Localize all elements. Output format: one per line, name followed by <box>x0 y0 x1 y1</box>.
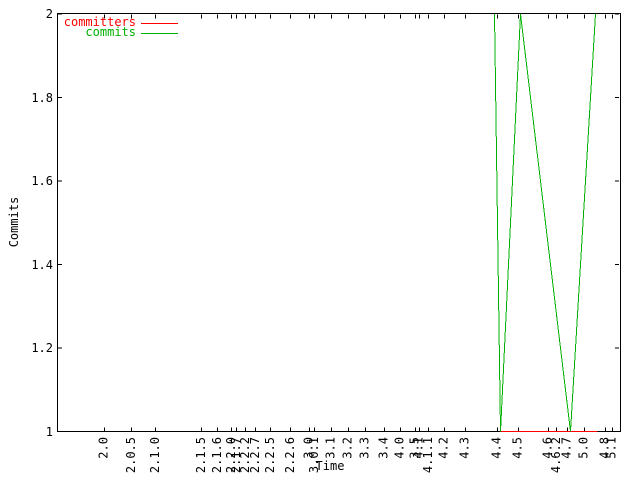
y-tick-label: 1.8 <box>31 91 53 105</box>
x-tick-label: 2.2.5 <box>263 437 277 474</box>
x-tick-label: 3.1 <box>324 437 338 459</box>
x-tick-label: 2.1.6 <box>210 437 224 474</box>
x-tick-label: 4.0 <box>393 437 407 459</box>
y-tick-label: 2 <box>45 7 53 21</box>
series-line-commits <box>494 13 596 432</box>
y-tick-label: 1.6 <box>31 174 53 188</box>
x-tick-label: 3.4 <box>377 437 391 459</box>
x-tick-label: 3.3 <box>358 437 372 459</box>
legend-label-commits: commits <box>85 25 136 39</box>
plot-border <box>57 13 621 432</box>
x-axis-title: Time <box>315 459 345 473</box>
gnuplot-chart: Commits Time 2.0 2.0.5 2.1.0 2.1.5 2.1.6 2.2.… <box>0 0 640 480</box>
x-tick-label: 2.1.0 <box>148 437 162 474</box>
x-tick-label: 3.0.1 <box>307 437 321 474</box>
y-axis-title: Commits <box>7 196 21 248</box>
x-tick-label: 4.1.1 <box>421 437 435 474</box>
y-tick-label: 1 <box>45 425 53 439</box>
x-tick-label: 2.2.6 <box>283 437 297 474</box>
x-tick-label: 2.0.5 <box>124 437 138 474</box>
x-tick-label: 3.2 <box>341 437 355 459</box>
plot-canvas <box>57 13 621 432</box>
x-tick-label: 2.1.5 <box>194 437 208 474</box>
x-tick-label: 4.3 <box>458 437 472 459</box>
x-tick-label: 4.5 <box>511 437 525 459</box>
x-tick-label: 2.0 <box>97 437 111 459</box>
x-tick-label: 4.7 <box>560 437 574 459</box>
y-tick-label: 1.2 <box>31 341 53 355</box>
x-tick-label: 5.0 <box>577 437 591 459</box>
x-tick-label: 2.2.7 <box>248 437 262 474</box>
x-tick-label: 5.1 <box>605 437 619 459</box>
y-tick-label: 1.4 <box>31 258 53 272</box>
x-tick-label: 4.4 <box>490 437 504 459</box>
x-tick-label: 4.2 <box>437 437 451 459</box>
